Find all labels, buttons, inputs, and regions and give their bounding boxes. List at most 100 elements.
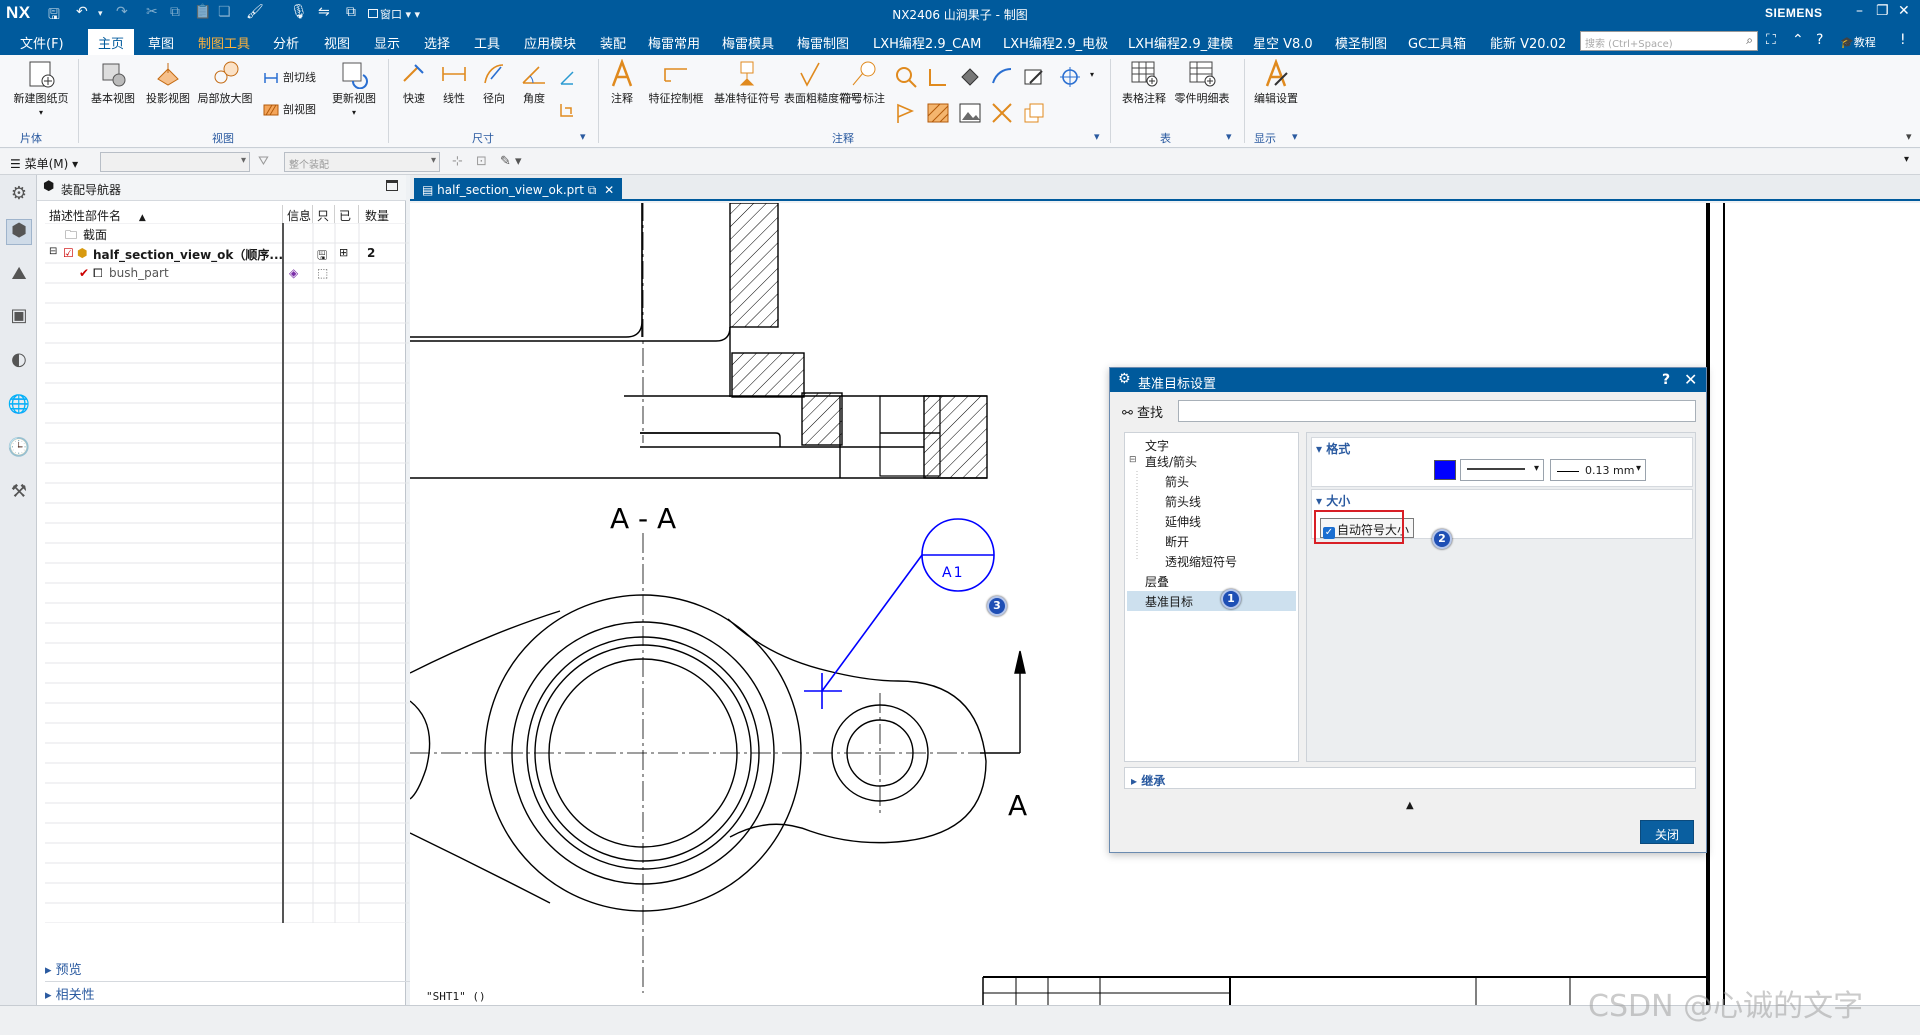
tutorial-link[interactable]: 🎓教程: [1840, 34, 1876, 50]
reuse-library-icon[interactable]: ▣: [6, 305, 32, 331]
table-more-icon[interactable]: ▾: [1226, 130, 1232, 143]
tab-lxh-modeling[interactable]: LXH编程2.9_建模: [1128, 33, 1233, 52]
dialog-close-icon[interactable]: ✕: [1684, 370, 1697, 389]
format-section-title[interactable]: ▾ 格式: [1316, 440, 1350, 457]
base-view-button[interactable]: 基本视图: [84, 59, 142, 105]
assembly-navigator-icon[interactable]: ⬢: [6, 219, 32, 245]
tab-home[interactable]: 主页: [88, 29, 135, 55]
column-modified[interactable]: 已: [335, 205, 359, 223]
center-mark-button[interactable]: [990, 65, 1017, 89]
collapse-up-icon[interactable]: ▲: [1406, 800, 1414, 811]
tree-item-arrow-line[interactable]: 箭头线: [1165, 493, 1201, 510]
history-icon[interactable]: ◐: [6, 349, 32, 375]
tabular-note-button[interactable]: 表格注释: [1116, 59, 1172, 105]
tab-tools[interactable]: 工具: [474, 33, 500, 52]
ordinate-dimension-button[interactable]: [558, 101, 579, 119]
tab-nengxin[interactable]: 能新 V20.02: [1490, 33, 1566, 52]
tab-lxh-electrode[interactable]: LXH编程2.9_电极: [1003, 33, 1108, 52]
tree-item-datum-target[interactable]: 基准目标: [1127, 591, 1296, 611]
minimize-icon[interactable]: –: [1856, 3, 1863, 19]
maximize-icon[interactable]: [386, 180, 398, 191]
rapid-dimension-button[interactable]: 快速: [396, 59, 432, 105]
close-button[interactable]: 关闭: [1640, 820, 1694, 844]
tree-row-assembly[interactable]: ⊟ ☑ ⬢ half_section_view_ok（顺序... 🖫 ⊞ 2: [45, 243, 441, 263]
feature-control-frame-button[interactable]: 特征控制框: [644, 59, 708, 105]
part-navigator-icon[interactable]: ⛰: [6, 263, 32, 289]
tree-item-break[interactable]: 断开: [1165, 533, 1189, 550]
target-more-icon[interactable]: ▾: [1090, 70, 1094, 79]
tab-drafting-tools[interactable]: 制图工具: [198, 33, 250, 52]
file-menu[interactable]: 文件(F): [20, 33, 64, 52]
snap-icon[interactable]: ⊹: [452, 154, 463, 169]
clock-icon[interactable]: 🕒: [6, 437, 32, 463]
size-section-title[interactable]: ▾ 大小: [1316, 492, 1350, 509]
alert-icon[interactable]: !: [1900, 32, 1906, 48]
tab-display[interactable]: 显示: [374, 33, 400, 52]
tree-row-section[interactable]: 🗀 截面: [45, 223, 441, 243]
column-quantity[interactable]: 数量: [359, 205, 409, 223]
tab-analysis[interactable]: 分析: [273, 33, 299, 52]
edit-text-button[interactable]: [1022, 65, 1049, 89]
weld-symbol-button[interactable]: [926, 65, 953, 89]
preview-panel-toggle[interactable]: ▸ 预览: [45, 959, 441, 978]
tab-select[interactable]: 选择: [424, 33, 450, 52]
annotation-more-icon[interactable]: ▾: [1094, 130, 1100, 143]
line-style-dropdown[interactable]: ▾: [1460, 459, 1544, 481]
surface-finish-button[interactable]: 表面粗糙度符号: [784, 59, 861, 105]
close-window-icon[interactable]: ✕: [1898, 3, 1910, 19]
search-icon[interactable]: ⌕: [1746, 33, 1753, 48]
web-browser-icon[interactable]: 🌐: [6, 393, 32, 419]
tree-item-foreshortening[interactable]: 透视缩短符号: [1165, 553, 1237, 570]
datum-feature-symbol-button[interactable]: 基准特征符号: [712, 59, 782, 105]
target-point-button[interactable]: [1058, 65, 1085, 89]
line-width-dropdown[interactable]: 0.13 mm ▾: [1550, 459, 1646, 481]
tab-meilei-common[interactable]: 梅雷常用: [648, 33, 700, 52]
settings-gear-icon[interactable]: ⚙: [6, 183, 32, 209]
tree-item-line-arrow[interactable]: 直线/箭头: [1145, 453, 1197, 470]
column-info[interactable]: 信息: [283, 205, 313, 223]
edit-settings-button[interactable]: 编辑设置: [1248, 59, 1304, 105]
tab-applications[interactable]: 应用模块: [524, 33, 576, 52]
command-search-input[interactable]: 搜索 (Ctrl+Space) ⌕: [1580, 31, 1758, 51]
projected-view-button[interactable]: 投影视图: [140, 59, 196, 105]
selection-filter-combo[interactable]: ▾: [100, 152, 250, 172]
fullscreen-icon[interactable]: ⛶: [1766, 32, 1776, 48]
tab-meilei-drafting[interactable]: 梅雷制图: [797, 33, 849, 52]
filter-icon[interactable]: ⛛: [258, 154, 269, 169]
magnify-symbol-button[interactable]: [894, 65, 921, 89]
linear-dimension-button[interactable]: 线性: [436, 59, 472, 105]
collapse-ribbon-icon[interactable]: ⌃: [1792, 32, 1804, 48]
help-button[interactable]: ?: [1662, 372, 1670, 388]
color-swatch[interactable]: [1434, 460, 1456, 480]
image-button[interactable]: [958, 101, 985, 125]
selection-scope-combo[interactable]: 整个装配 ▾: [284, 152, 440, 172]
toolbar-options-icon[interactable]: ▾: [1904, 154, 1909, 165]
new-sheet-button[interactable]: 新建图纸页 ▾: [10, 59, 72, 119]
column-readonly[interactable]: 只: [313, 205, 335, 223]
collapse-icon[interactable]: ⊟: [1129, 455, 1137, 465]
restore-icon[interactable]: ❐: [1876, 3, 1889, 19]
leader-button[interactable]: [894, 101, 921, 125]
parts-list-button[interactable]: 零件明细表: [1172, 59, 1232, 105]
tree-item-extension-line[interactable]: 延伸线: [1165, 513, 1201, 530]
tab-assembly[interactable]: 装配: [600, 33, 626, 52]
tab-mosheng[interactable]: 模圣制图: [1335, 33, 1387, 52]
display-more-icon[interactable]: ▾: [1292, 130, 1298, 143]
copy-annotation-button[interactable]: [1022, 101, 1049, 125]
tab-gc-toolbox[interactable]: GC工具箱: [1408, 33, 1466, 52]
snap-settings-icon[interactable]: ✎ ▾: [500, 154, 522, 169]
dependencies-panel-toggle[interactable]: ▸ 相关性: [45, 981, 441, 1003]
snap-point-icon[interactable]: ⊡: [476, 154, 487, 169]
inherit-section[interactable]: ▸ 继承: [1124, 767, 1696, 789]
tab-sketch[interactable]: 草图: [148, 33, 174, 52]
collapse-icon[interactable]: ⊟: [49, 246, 57, 257]
document-tab-active[interactable]: ▤ half_section_view_ok.prt ⧉ ✕: [414, 178, 623, 201]
angular-dimension-button[interactable]: 角度: [516, 59, 552, 105]
help-icon[interactable]: ?: [1816, 32, 1823, 48]
update-view-button[interactable]: 更新视图 ▾: [326, 59, 382, 119]
tab-lxh-cam[interactable]: LXH编程2.9_CAM: [873, 33, 981, 52]
column-name[interactable]: 描述性部件名 ▲: [45, 205, 283, 223]
tab-meilei-mold[interactable]: 梅雷模具: [722, 33, 774, 52]
radial-dimension-button[interactable]: 径向: [476, 59, 512, 105]
section-line-button[interactable]: 剖切线: [262, 69, 316, 87]
